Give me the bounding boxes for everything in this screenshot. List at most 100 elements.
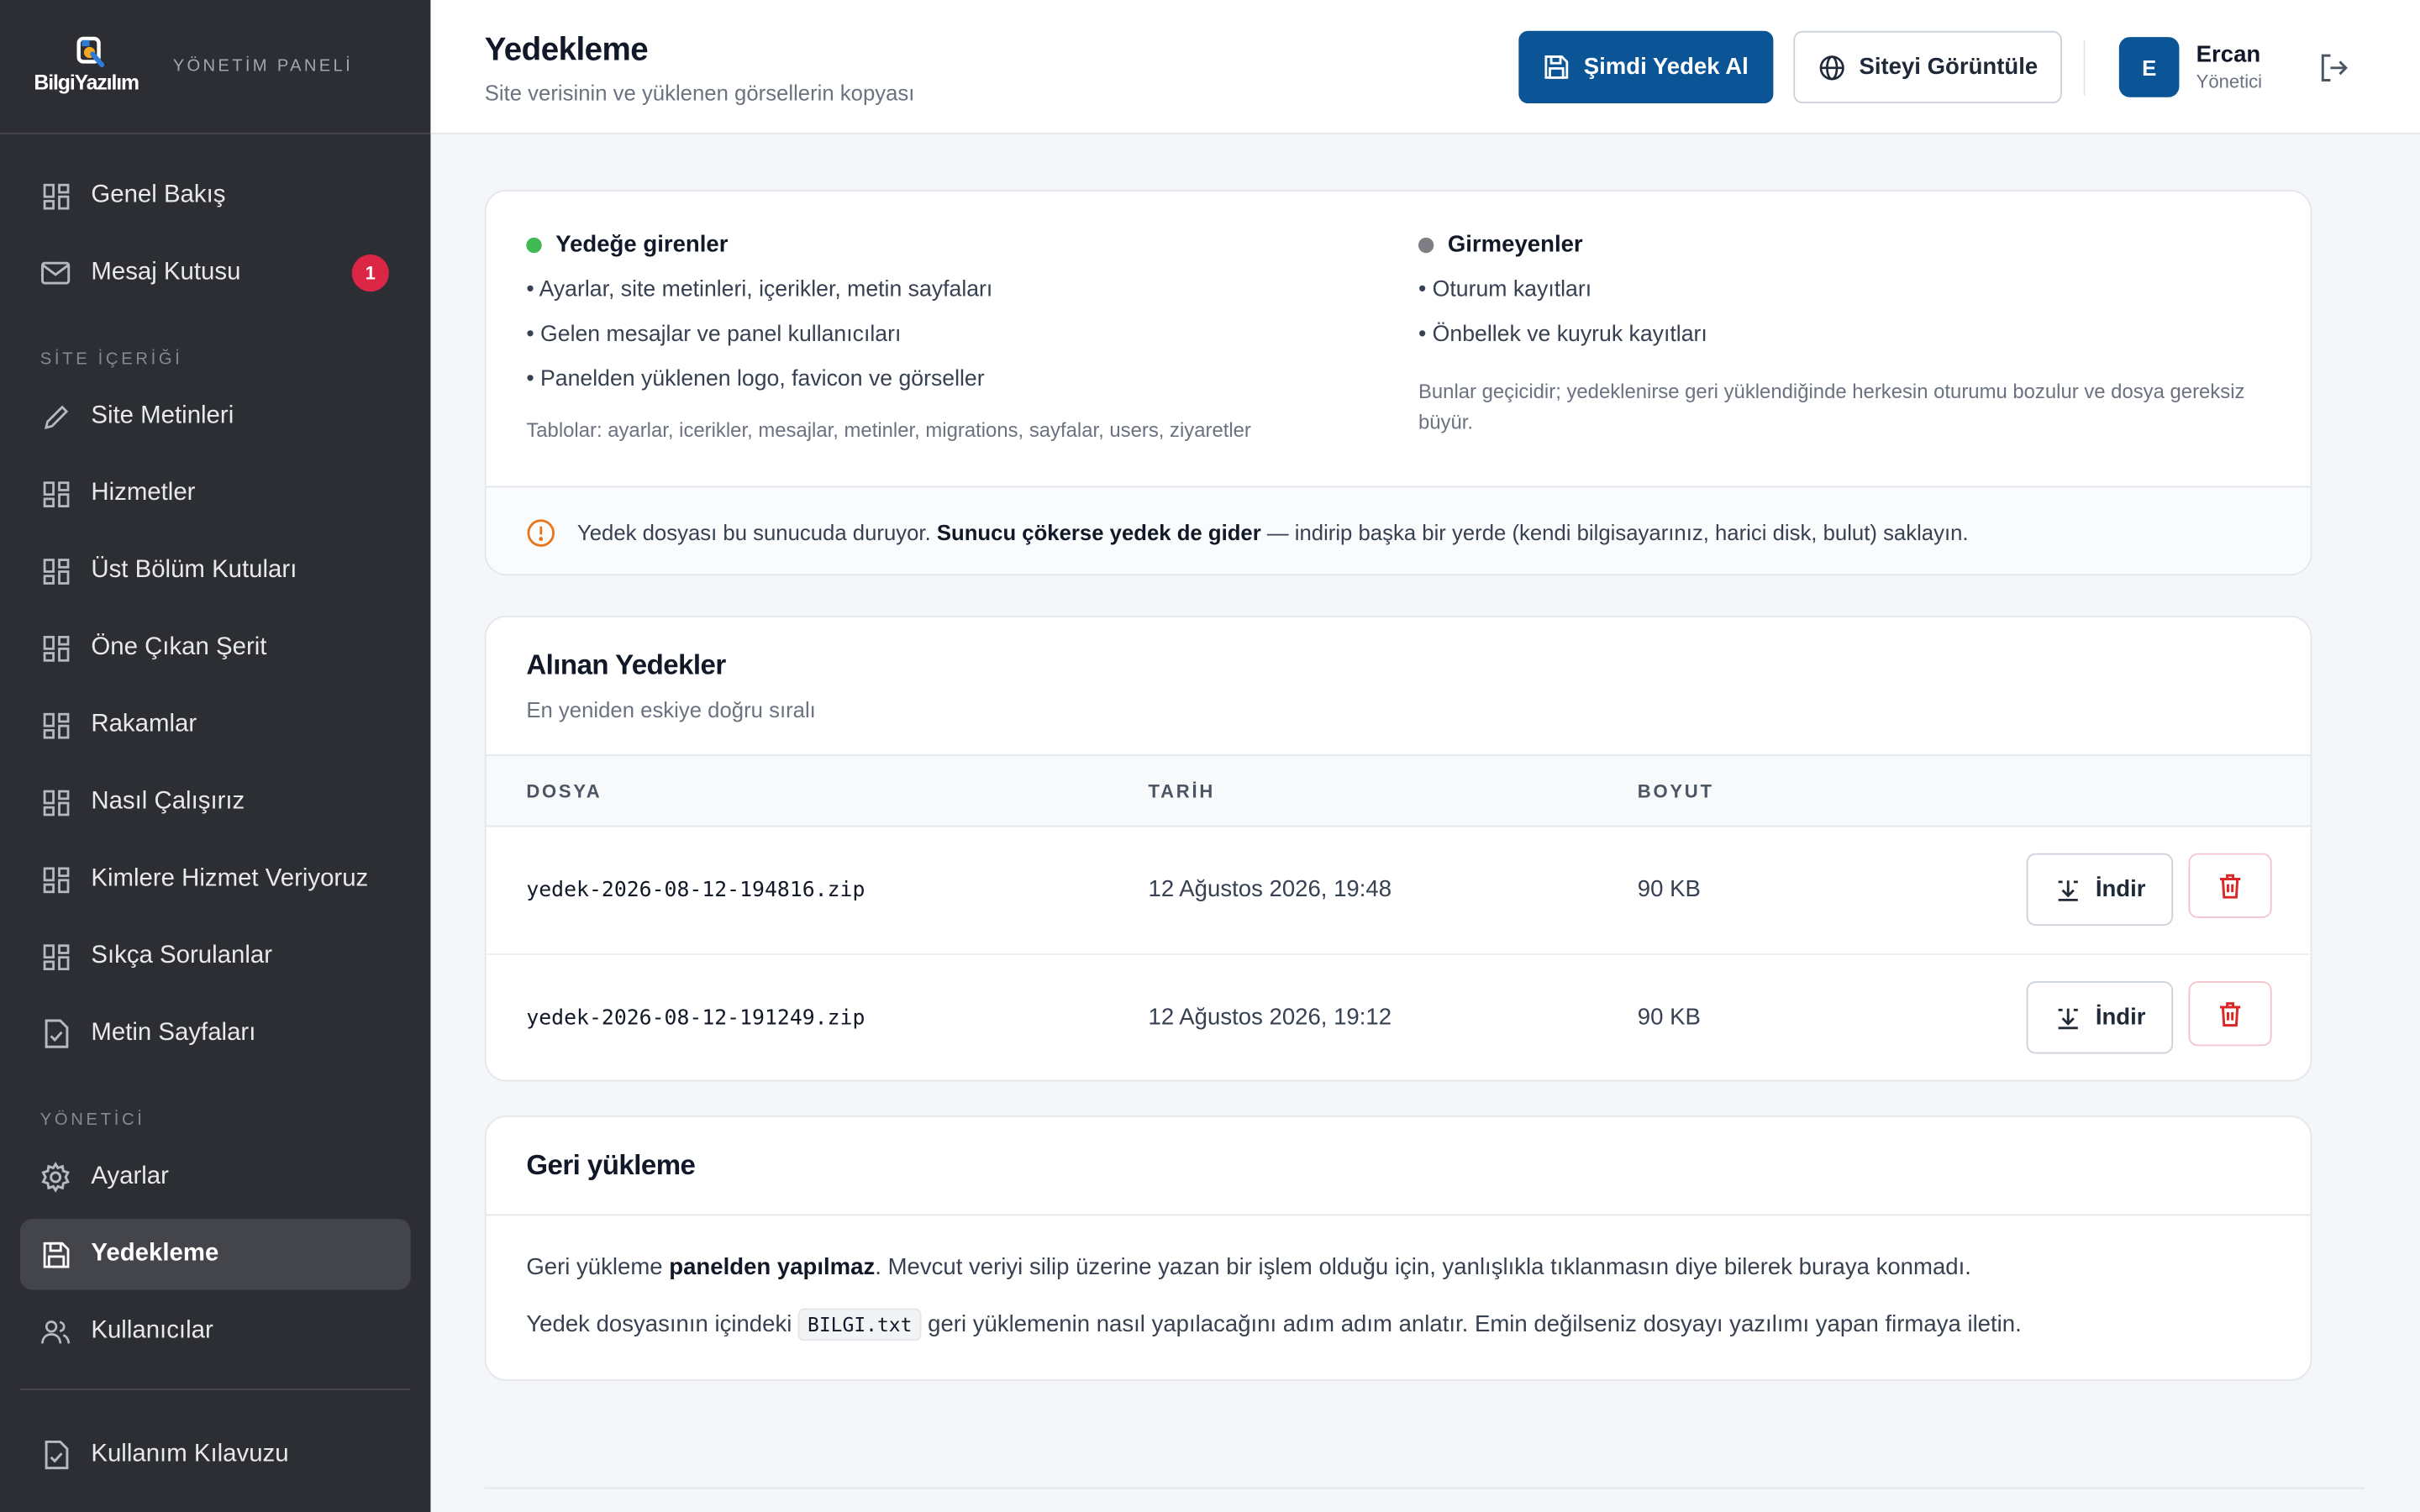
backups-subtitle: En yeniden eskiye doğru sıralı — [526, 697, 816, 722]
sidebar-item-label: Nasıl Çalışırız — [91, 788, 245, 815]
status-dot-green — [526, 236, 542, 253]
download-button[interactable]: İndir — [2026, 981, 2174, 1054]
backups-title: Alınan Yedekler — [526, 649, 726, 680]
table-header: DOSYA TARİH BOYUT — [486, 754, 2311, 827]
list-item: • Panelden yüklenen logo, favicon ve gör… — [526, 367, 985, 392]
sidebar-item-hizmetler[interactable]: Hizmetler — [0, 455, 430, 533]
list-item: • Ayarlar, site metinleri, içerikler, me… — [526, 277, 993, 302]
excluded-list: • Oturum kayıtları • Önbellek ve kuyruk … — [1418, 278, 2252, 368]
brand: BilgiYazılım YÖNETİM PANELİ — [0, 0, 431, 134]
list-item: • Oturum kayıtları — [1418, 277, 1592, 302]
backup-now-button[interactable]: Şimdi Yedek Al — [1518, 30, 1774, 104]
sidebar-item-label: Kullanım Kılavuzu — [91, 1441, 289, 1467]
delete-button[interactable] — [2188, 853, 2272, 918]
download-icon — [2058, 1007, 2078, 1029]
table-row: yedek-2026-08-12-191249.zip 12 Ağustos 2… — [487, 955, 2311, 1080]
sidebar-nav: Genel Bakış Mesaj Kutusu 1 SİTE İÇERİĞİ … — [0, 134, 430, 1370]
backup-filename: yedek-2026-08-12-191249.zip — [526, 1005, 865, 1031]
included-title: Yedeğe girenler — [526, 232, 1251, 258]
included-column: Yedeğe girenler • Ayarlar, site metinler… — [526, 232, 1251, 446]
file-check-icon — [40, 1018, 71, 1049]
sidebar-item-label: Hizmetler — [91, 480, 196, 507]
sidebar-item-label: Rakamlar — [91, 711, 197, 738]
warning-banner: Yedek dosyası bu sunucuda duruyor. Sunuc… — [486, 486, 2311, 575]
filename-code: BILGI.txt — [798, 1308, 922, 1341]
pencil-icon — [40, 402, 71, 433]
trash-icon — [2219, 873, 2241, 898]
grid-icon — [40, 710, 71, 741]
excluded-note: Bunlar geçicidir; yedeklenirse geri yükl… — [1418, 379, 2245, 434]
header-divider — [2083, 39, 2086, 96]
user-name: Ercan — [2196, 41, 2261, 68]
download-label: İndir — [2095, 876, 2146, 903]
warning-text: Yedek dosyası bu sunucuda duruyor. Sunuc… — [576, 519, 1969, 545]
gear-icon — [40, 1162, 71, 1193]
sidebar-item-label: Üst Bölüm Kutuları — [91, 557, 297, 584]
sidebar-item-ayarlar[interactable]: Ayarlar — [0, 1139, 430, 1216]
sidebar-item-genel-bakis[interactable]: Genel Bakış — [0, 157, 430, 234]
grid-icon — [40, 478, 71, 509]
restore-paragraph-2: Yedek dosyasının içindeki BILGI.txt geri… — [526, 1308, 2022, 1341]
download-button[interactable]: İndir — [2026, 853, 2174, 927]
list-item: • Önbellek ve kuyruk kayıtları — [1418, 322, 1707, 348]
sidebar-item-site-metinleri[interactable]: Site Metinleri — [0, 378, 430, 455]
sidebar-item-metin-sayfalari[interactable]: Metin Sayfaları — [0, 995, 430, 1073]
sidebar-item-label: Sıkça Sorulanlar — [91, 942, 272, 969]
download-label: İndir — [2095, 1004, 2146, 1031]
tables-note: Tablolar: ayarlar, icerikler, mesajlar, … — [526, 417, 1251, 442]
page-title: Yedekleme — [484, 32, 649, 68]
sidebar-item-one-cikan-serit[interactable]: Öne Çıkan Şerit — [0, 610, 430, 687]
save-icon — [1544, 55, 1569, 79]
sidebar-item-kullanicilar[interactable]: Kullanıcılar — [0, 1293, 430, 1370]
column-header-date: TARİH — [1148, 780, 1216, 803]
sidebar-item-label: Kimlere Hizmet Veriyoruz — [91, 865, 369, 892]
sidebar-item-kimlere-hizmet[interactable]: Kimlere Hizmet Veriyoruz — [0, 841, 430, 918]
avatar[interactable]: E — [2118, 37, 2180, 97]
logo-icon — [76, 36, 105, 68]
sidebar-item-ust-bolum-kutulari[interactable]: Üst Bölüm Kutuları — [0, 533, 430, 610]
trash-icon — [2219, 1001, 2241, 1026]
footer-divider — [484, 1487, 2365, 1489]
sidebar: BilgiYazılım YÖNETİM PANELİ Genel Bakış … — [0, 0, 431, 1512]
backup-now-label: Şimdi Yedek Al — [1583, 54, 1749, 81]
globe-icon — [1818, 55, 1844, 80]
sidebar-item-rakamlar[interactable]: Rakamlar — [0, 686, 430, 764]
sidebar-item-kullanim-kilavuzu[interactable]: Kullanım Kılavuzu — [0, 1416, 430, 1494]
view-site-label: Siteyi Görüntüle — [1859, 54, 2039, 81]
sidebar-item-mesaj-kutusu[interactable]: Mesaj Kutusu 1 — [0, 234, 430, 312]
main-content: Yedekleme Site verisinin ve yüklenen gör… — [430, 0, 2420, 1512]
grid-icon — [40, 941, 71, 972]
grid-icon — [40, 555, 71, 586]
users-icon — [40, 1316, 71, 1347]
backups-card: Alınan Yedekler En yeniden eskiye doğru … — [484, 615, 2312, 1082]
section-label-site-content: SİTE İÇERİĞİ — [39, 349, 183, 369]
mail-icon — [40, 258, 71, 289]
restore-title: Geri yükleme — [526, 1149, 696, 1181]
alert-circle-icon — [527, 518, 555, 546]
column-header-size: BOYUT — [1637, 780, 1714, 803]
sidebar-item-yedekleme[interactable]: Yedekleme — [19, 1219, 411, 1290]
logo[interactable]: BilgiYazılım — [34, 33, 151, 101]
status-dot-gray — [1418, 236, 1434, 253]
logout-icon[interactable] — [2317, 51, 2350, 85]
sidebar-item-label: Ayarlar — [91, 1163, 169, 1190]
sidebar-item-sikca-sorulanlar[interactable]: Sıkça Sorulanlar — [0, 918, 430, 995]
grid-icon — [40, 787, 71, 818]
download-icon — [2058, 879, 2078, 900]
logo-text: BilgiYazılım — [34, 71, 139, 95]
excluded-column: Girmeyenler • Oturum kayıtları • Önbelle… — [1418, 232, 2252, 438]
backup-filename: yedek-2026-08-12-194816.zip — [526, 878, 865, 903]
page-subtitle: Site verisinin ve yüklenen görsellerin k… — [484, 80, 915, 105]
grid-icon — [40, 864, 71, 895]
sidebar-item-label: Genel Bakış — [91, 181, 226, 208]
included-list: • Ayarlar, site metinleri, içerikler, me… — [526, 278, 1251, 412]
user-role: Yönetici — [2196, 71, 2263, 93]
table-row: yedek-2026-08-12-194816.zip 12 Ağustos 2… — [486, 827, 2311, 955]
section-label-admin: YÖNETİCİ — [39, 1110, 145, 1130]
delete-button[interactable] — [2188, 981, 2272, 1047]
sidebar-item-nasil-calisiriz[interactable]: Nasıl Çalışırız — [0, 764, 430, 841]
sidebar-item-label: Metin Sayfaları — [91, 1020, 256, 1047]
view-site-button[interactable]: Siteyi Görüntüle — [1793, 30, 2062, 104]
excluded-title-text: Girmeyenler — [1447, 231, 1583, 258]
sidebar-item-label: Yedekleme — [91, 1240, 219, 1267]
